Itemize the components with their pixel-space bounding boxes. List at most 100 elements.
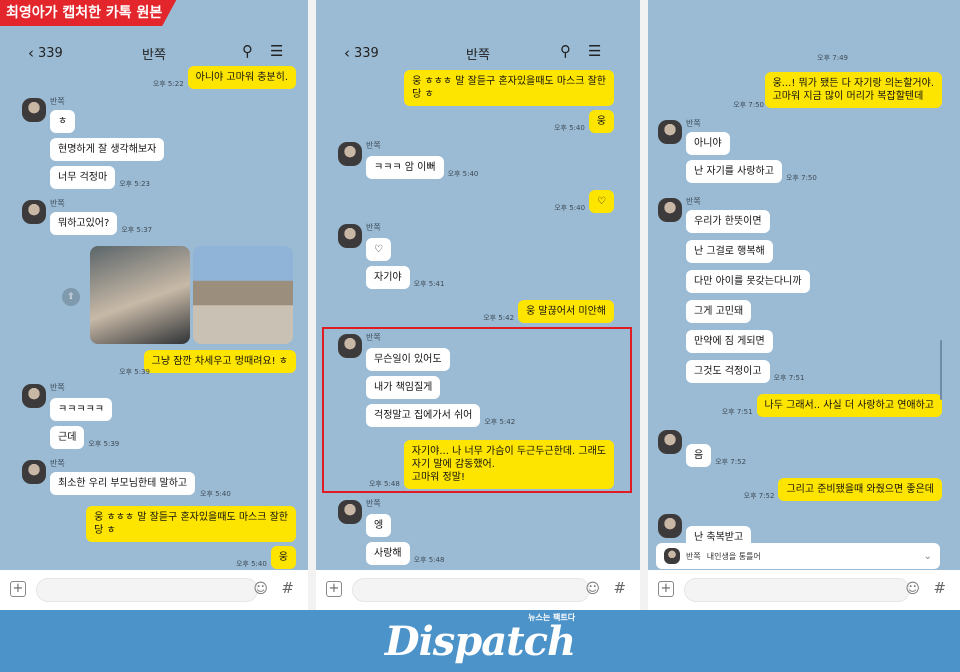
message-row: 그것도 걱정이고 오후 7:51 xyxy=(686,360,804,383)
sender-name: 반쪽 xyxy=(366,499,381,508)
message-bubble[interactable]: 나두 그래서.. 사실 더 사랑하고 연애하고 xyxy=(756,394,942,417)
message-bubble[interactable]: 그냥 잠깐 차세우고 멍때려요! ㅎ xyxy=(143,350,296,373)
message-bubble[interactable]: ㅋㅋㅋ 암 이뻐 xyxy=(366,156,444,179)
hash-icon[interactable]: # xyxy=(281,579,294,597)
message-bubble[interactable]: 아니야 고마워 충분히. xyxy=(187,66,296,89)
avatar[interactable] xyxy=(338,142,362,166)
message-bubble[interactable]: 내가 책임질게 xyxy=(366,376,441,399)
message-bubble[interactable]: ♡ xyxy=(589,190,614,213)
message-row: ㅎ xyxy=(50,110,76,133)
photo-thumbnail[interactable] xyxy=(90,246,190,344)
message-bubble[interactable]: 무슨일이 있어도 xyxy=(366,348,450,371)
chevron-left-icon: ‹ xyxy=(344,44,350,62)
message-row: 음 오후 7:52 xyxy=(686,444,746,467)
message-bubble[interactable]: 웅 xyxy=(588,110,614,133)
plus-icon[interactable]: + xyxy=(326,581,342,597)
message-bubble[interactable]: 자기야... 나 너무 가슴이 두근두근한데. 그래도 자기 말에 감동했어. … xyxy=(403,440,614,489)
avatar[interactable] xyxy=(658,120,682,144)
message-bubble[interactable]: 우리가 한뜻이면 xyxy=(686,210,770,233)
timestamp: 오후 5:42 xyxy=(483,314,515,322)
chat-header: ‹ 339 반쪽 ⚲ ☰ xyxy=(316,36,640,70)
plus-icon[interactable]: + xyxy=(658,581,674,597)
avatar[interactable] xyxy=(338,500,362,524)
message-input[interactable] xyxy=(36,578,258,602)
message-bubble[interactable]: 최소한 우리 부모님한테 말하고 xyxy=(50,472,196,495)
message-bubble[interactable]: 엥 xyxy=(366,514,392,537)
message-row: 오후 5:40 웅 xyxy=(236,546,296,569)
chat-header: ‹ 339 반쪽 ⚲ ☰ xyxy=(0,36,308,70)
chevron-left-icon: ‹ xyxy=(28,44,34,62)
message-bubble[interactable]: 웅 xyxy=(270,546,296,569)
hash-icon[interactable]: # xyxy=(613,579,626,597)
message-bubble[interactable]: 그게 고민돼 xyxy=(686,300,752,323)
timestamp: 오후 5:48 xyxy=(368,480,400,488)
chevron-down-icon[interactable]: ⌄ xyxy=(924,551,932,562)
message-bubble[interactable]: 아니야 xyxy=(686,132,730,155)
message-row: 뭐하고있어? 오후 5:37 xyxy=(50,212,152,235)
message-bubble[interactable]: 사랑해 xyxy=(366,542,410,565)
message-bubble[interactable]: 만약에 짐 게되면 xyxy=(686,330,773,353)
message-row: 그냥 잠깐 차세우고 멍때려요! ㅎ xyxy=(143,350,296,373)
message-bubble[interactable]: ㅎ xyxy=(50,110,76,133)
avatar[interactable] xyxy=(338,334,362,358)
message-bubble[interactable]: 너무 걱정마 xyxy=(50,166,116,189)
scrollbar[interactable] xyxy=(940,340,942,400)
avatar[interactable] xyxy=(22,460,46,484)
message-bubble[interactable]: 그리고 준비됐을때 와줬으면 좋은데 xyxy=(778,478,942,501)
message-bubble[interactable]: ㅋㅋㅋㅋㅋ xyxy=(50,398,112,421)
message-input[interactable] xyxy=(684,578,910,602)
timestamp: 오후 5:40 xyxy=(235,560,267,568)
message-bubble[interactable]: 웅 ㅎㅎㅎ 말 잘듣구 혼자있을때도 마스크 잘한 당 ㅎ xyxy=(404,70,614,106)
search-icon[interactable]: ⚲ xyxy=(242,42,253,60)
avatar[interactable] xyxy=(658,514,682,538)
sender-name: 반쪽 xyxy=(50,97,65,106)
back-button[interactable]: ‹ 339 xyxy=(28,44,63,62)
logo-text: Dispatch xyxy=(384,617,576,665)
message-bubble[interactable]: 다만 아이를 못갖는다니까 xyxy=(686,270,810,293)
avatar[interactable] xyxy=(658,198,682,222)
hamburger-menu-icon[interactable]: ☰ xyxy=(270,42,283,60)
hamburger-menu-icon[interactable]: ☰ xyxy=(588,42,601,60)
emoji-icon[interactable]: ☺ xyxy=(585,581,600,597)
hash-icon[interactable]: # xyxy=(933,579,946,597)
message-row: 사랑해 오후 5:48 xyxy=(366,542,444,565)
avatar[interactable] xyxy=(22,384,46,408)
message-bubble[interactable]: 현명하게 잘 생각해보자 xyxy=(50,138,165,161)
message-bubble[interactable]: 그것도 걱정이고 xyxy=(686,360,770,383)
message-input-bar: + ☺ # xyxy=(0,570,308,610)
share-icon[interactable]: ⇪ xyxy=(62,288,80,306)
chat-panel-1: ‹ 339 반쪽 ⚲ ☰ 오후 5:22 아니야 고마워 충분히. 반쪽 ㅎ 현명하… xyxy=(0,0,308,610)
message-bubble[interactable]: 웅 ㅎㅎㅎ 말 잘듣구 혼자있을때도 마스크 잘한 당 ㅎ xyxy=(86,506,296,542)
message-bubble[interactable]: 자기야 xyxy=(366,266,410,289)
message-bubble[interactable]: ♡ xyxy=(366,238,391,261)
emoji-icon[interactable]: ☺ xyxy=(905,581,920,597)
message-row: 내가 책임질게 xyxy=(366,376,441,399)
message-bubble[interactable]: 웅...! 뭐가 됐든 다 자기랑 의논할거야. 고마워 지금 많이 머리가 복… xyxy=(764,72,942,108)
message-bubble[interactable]: 음 xyxy=(686,444,712,467)
photo-thumbnail[interactable] xyxy=(193,246,293,344)
emoji-icon[interactable]: ☺ xyxy=(253,581,268,597)
message-bubble[interactable]: 근데 xyxy=(50,426,85,449)
sender-name: 반쪽 xyxy=(50,459,65,468)
message-row: 웅 ㅎㅎㅎ 말 잘듣구 혼자있을때도 마스크 잘한 당 ㅎ xyxy=(86,506,296,542)
search-icon[interactable]: ⚲ xyxy=(560,42,571,60)
avatar[interactable] xyxy=(22,200,46,224)
message-bubble[interactable]: 뭐하고있어? xyxy=(50,212,118,235)
message-bubble[interactable]: 걱정말고 집에가서 쉬어 xyxy=(366,404,481,427)
back-button[interactable]: ‹ 339 xyxy=(344,44,379,62)
sender-name: 반쪽 xyxy=(50,383,65,392)
plus-icon[interactable]: + xyxy=(10,581,26,597)
timestamp: 오후 7:51 xyxy=(773,374,805,382)
notice-preview[interactable]: 반쪽 내인생을 통틀어 ⌄ xyxy=(656,543,940,569)
avatar[interactable] xyxy=(658,430,682,454)
message-row: 오후 7:52 그리고 준비됐을때 와줬으면 좋은데 xyxy=(744,478,942,501)
avatar[interactable] xyxy=(22,98,46,122)
avatar[interactable] xyxy=(338,224,362,248)
screenshot-stage: ‹ 339 반쪽 ⚲ ☰ 오후 5:22 아니야 고마워 충분히. 반쪽 ㅎ 현명하… xyxy=(0,0,960,672)
photo-attachment[interactable] xyxy=(90,246,293,344)
message-bubble[interactable]: 난 그걸로 행복해 xyxy=(686,240,773,263)
message-bubble[interactable]: 난 자기를 사랑하고 xyxy=(686,160,782,183)
message-bubble[interactable]: 웅 말끊어서 미안해 xyxy=(518,300,614,323)
timestamp: 오후 5:41 xyxy=(413,280,445,288)
message-input[interactable] xyxy=(352,578,590,602)
